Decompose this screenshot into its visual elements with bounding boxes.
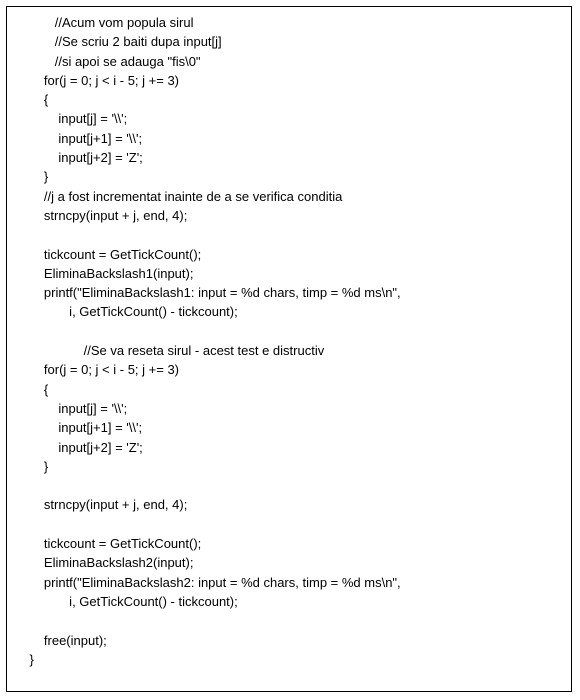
code-snippet: //Acum vom popula sirul //Se scriu 2 bai… <box>6 6 572 692</box>
